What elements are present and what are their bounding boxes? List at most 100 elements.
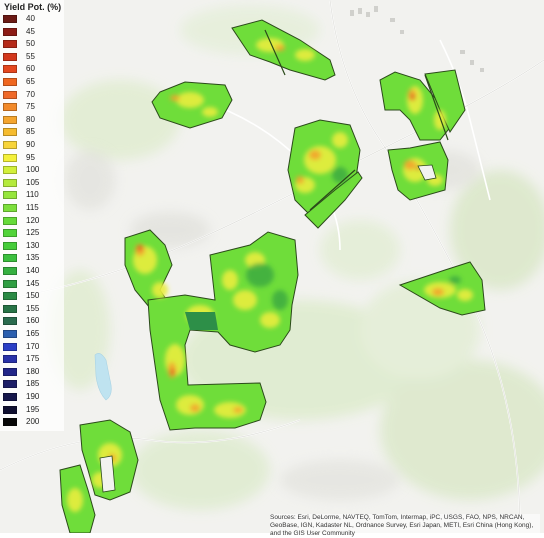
legend-item: 195 <box>3 405 61 415</box>
legend-item: 150 <box>3 291 61 301</box>
legend-label: 65 <box>26 77 35 86</box>
legend-swatch <box>3 292 17 301</box>
legend-item: 160 <box>3 316 61 326</box>
legend-label: 90 <box>26 140 35 149</box>
legend-item: 175 <box>3 354 61 364</box>
legend-swatch <box>3 52 17 61</box>
legend-label: 130 <box>26 240 40 250</box>
legend-label: 95 <box>26 152 35 162</box>
legend-swatch <box>3 367 17 376</box>
legend-label: 80 <box>26 114 35 124</box>
legend-swatch <box>3 393 17 401</box>
legend-item: 65 <box>3 77 61 87</box>
legend-item: 135 <box>3 253 61 263</box>
legend-item: 50 <box>3 39 61 49</box>
legend-swatch <box>3 355 17 364</box>
legend-swatch <box>3 27 17 36</box>
legend-swatch <box>3 153 17 162</box>
legend-item: 60 <box>3 64 61 74</box>
legend-swatch <box>3 279 17 288</box>
legend-item: 170 <box>3 342 61 352</box>
legend-item: 70 <box>3 90 61 100</box>
legend-label: 75 <box>26 102 35 112</box>
legend-item: 45 <box>3 27 61 37</box>
legend-swatch <box>3 229 17 238</box>
legend-swatch <box>3 65 17 74</box>
legend-swatch <box>3 254 17 263</box>
legend-swatch <box>3 178 17 187</box>
legend-item: 125 <box>3 228 61 238</box>
legend-swatch <box>3 342 17 351</box>
legend-label: 105 <box>26 177 40 187</box>
map-attribution: Sources: Esri, DeLorme, NAVTEQ, TomTom, … <box>270 514 540 538</box>
legend-item: 40 <box>3 14 61 24</box>
legend-item: 75 <box>3 102 61 112</box>
legend-item: 105 <box>3 178 61 188</box>
legend-swatch <box>3 304 17 313</box>
legend-swatch <box>3 141 17 149</box>
legend-label: 85 <box>26 127 35 137</box>
legend-item: 155 <box>3 304 61 314</box>
legend-swatch <box>3 241 17 250</box>
legend-item: 85 <box>3 127 61 137</box>
legend-swatch <box>3 380 17 389</box>
legend-label: 155 <box>26 303 40 313</box>
legend-swatch <box>3 78 17 86</box>
legend-swatch <box>3 166 17 175</box>
legend-label: 115 <box>26 203 39 212</box>
legend-swatch <box>3 15 17 23</box>
map-legend: Yield Pot. (%) 40 45 50 55 60 65 70 75 80 85 90 95 1… <box>0 0 64 431</box>
legend-item: 185 <box>3 379 61 389</box>
legend-label: 135 <box>26 253 40 263</box>
legend-item: 145 <box>3 279 61 289</box>
legend-swatch <box>3 330 17 338</box>
legend-item: 95 <box>3 153 61 163</box>
legend-item: 100 <box>3 165 61 175</box>
legend-swatch <box>3 418 17 427</box>
legend-label: 110 <box>26 190 39 200</box>
legend-label: 150 <box>26 291 40 301</box>
legend-label: 185 <box>26 379 40 389</box>
legend-item: 165 <box>3 329 61 339</box>
legend-label: 195 <box>26 404 40 414</box>
legend-label: 190 <box>26 392 40 401</box>
legend-item: 80 <box>3 115 61 125</box>
legend-label: 70 <box>26 89 35 99</box>
legend-label: 140 <box>26 266 40 275</box>
legend-item: 140 <box>3 266 61 276</box>
legend-label: 45 <box>26 26 35 36</box>
legend-item: 55 <box>3 52 61 62</box>
legend-swatch <box>3 267 17 275</box>
legend-item: 190 <box>3 392 61 402</box>
legend-swatch <box>3 317 17 326</box>
legend-label: 55 <box>26 51 35 61</box>
legend-label: 165 <box>26 329 40 338</box>
legend-item: 130 <box>3 241 61 251</box>
high-yield-zone <box>185 312 218 330</box>
legend-label: 145 <box>26 278 40 288</box>
legend-label: 200 <box>26 417 40 427</box>
legend-label: 160 <box>26 316 40 326</box>
legend-label: 120 <box>26 215 40 225</box>
legend-label: 40 <box>26 14 35 23</box>
legend-label: 175 <box>26 354 40 364</box>
legend-item: 200 <box>3 417 61 427</box>
legend-swatch <box>3 90 17 99</box>
legend-swatch <box>3 216 17 225</box>
legend-label: 60 <box>26 64 35 74</box>
legend-item: 120 <box>3 216 61 226</box>
legend-item: 180 <box>3 367 61 377</box>
legend-item: 90 <box>3 140 61 150</box>
legend-item: 115 <box>3 203 61 213</box>
legend-label: 125 <box>26 228 40 238</box>
legend-item: 110 <box>3 190 61 200</box>
legend-title: Yield Pot. (%) <box>4 2 62 12</box>
legend-label: 50 <box>26 39 35 49</box>
map-canvas[interactable] <box>0 0 544 533</box>
legend-label: 100 <box>26 165 40 175</box>
legend-swatch <box>3 40 17 49</box>
legend-swatch <box>3 128 17 137</box>
legend-swatch <box>3 103 17 112</box>
legend-label: 170 <box>26 341 40 351</box>
legend-swatch <box>3 405 17 414</box>
